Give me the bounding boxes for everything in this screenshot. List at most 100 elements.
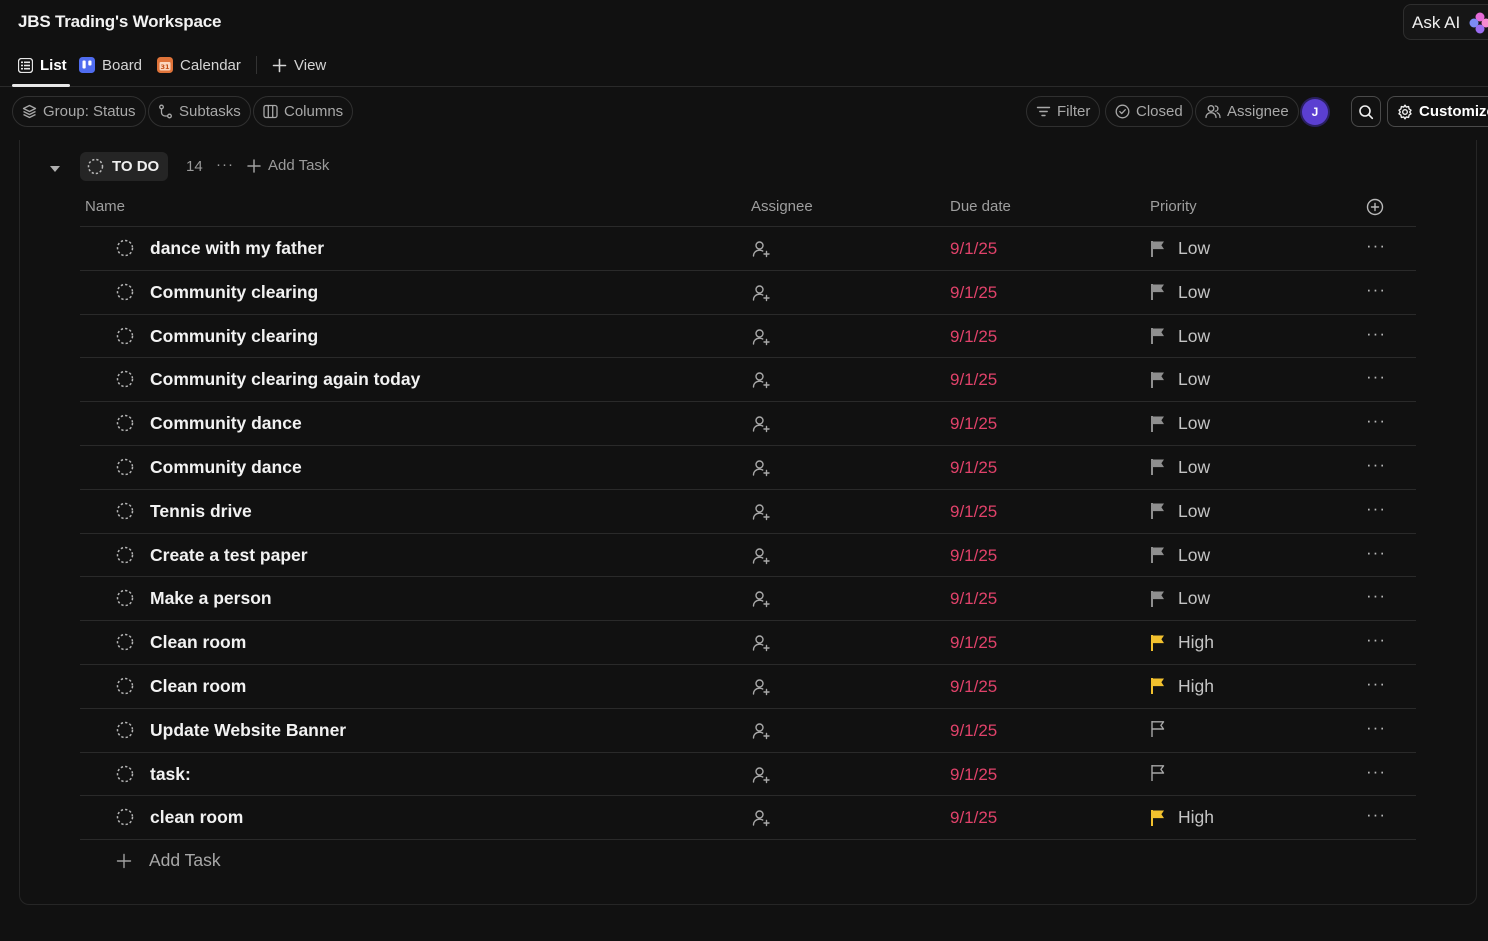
due-date[interactable]: 9/1/25 [950, 765, 997, 785]
avatar[interactable]: J [1302, 99, 1328, 125]
due-date[interactable]: 9/1/25 [950, 283, 997, 303]
table-row[interactable]: task: 9/1/25 ··· [80, 753, 1416, 797]
task-name[interactable]: Community dance [150, 457, 302, 478]
add-assignee-icon[interactable] [751, 546, 771, 571]
subtasks-button[interactable]: Subtasks [148, 96, 251, 127]
due-date[interactable]: 9/1/25 [950, 808, 997, 828]
row-more-button[interactable]: ··· [1366, 324, 1386, 344]
status-circle-icon[interactable] [116, 239, 134, 262]
due-date[interactable]: 9/1/25 [950, 546, 997, 566]
row-more-button[interactable]: ··· [1366, 543, 1386, 563]
row-more-button[interactable]: ··· [1366, 586, 1386, 606]
status-circle-icon[interactable] [116, 589, 134, 612]
table-row[interactable]: Community clearing 9/1/25 Low ··· [80, 271, 1416, 315]
task-name[interactable]: Make a person [150, 588, 272, 609]
add-assignee-icon[interactable] [751, 283, 771, 308]
columns-button[interactable]: Columns [253, 96, 354, 127]
priority-cell[interactable]: High [1150, 807, 1214, 828]
table-row[interactable]: Community dance 9/1/25 Low ··· [80, 402, 1416, 446]
table-row[interactable]: Update Website Banner 9/1/25 ··· [80, 709, 1416, 753]
table-row[interactable]: Community dance 9/1/25 Low ··· [80, 446, 1416, 490]
ask-ai-button[interactable]: Ask AI [1403, 4, 1488, 40]
group-more-button[interactable]: ··· [216, 156, 234, 173]
table-row[interactable]: Make a person 9/1/25 Low ··· [80, 577, 1416, 622]
priority-cell[interactable]: Low [1150, 413, 1210, 434]
priority-cell[interactable] [1150, 764, 1178, 782]
task-name[interactable]: Create a test paper [150, 545, 308, 566]
status-circle-icon[interactable] [116, 458, 134, 481]
row-more-button[interactable]: ··· [1366, 630, 1386, 650]
due-date[interactable]: 9/1/25 [950, 414, 997, 434]
customize-button[interactable]: Customize [1387, 96, 1488, 127]
tab-calendar[interactable]: 31 Calendar [157, 54, 241, 76]
table-row[interactable]: Community clearing 9/1/25 Low ··· [80, 315, 1416, 359]
task-name[interactable]: Community clearing [150, 326, 318, 347]
priority-cell[interactable]: Low [1150, 545, 1210, 566]
priority-cell[interactable]: Low [1150, 369, 1210, 390]
table-row[interactable]: clean room 9/1/25 High ··· [80, 796, 1416, 841]
status-circle-icon[interactable] [116, 546, 134, 569]
row-more-button[interactable]: ··· [1366, 280, 1386, 300]
task-name[interactable]: Community dance [150, 413, 302, 434]
task-name[interactable]: Community clearing [150, 282, 318, 303]
task-name[interactable]: dance with my father [150, 238, 324, 259]
add-assignee-icon[interactable] [751, 808, 771, 833]
status-circle-icon[interactable] [116, 283, 134, 306]
add-column-icon[interactable] [1366, 198, 1384, 220]
add-assignee-icon[interactable] [751, 458, 771, 483]
closed-button[interactable]: Closed [1105, 96, 1193, 127]
search-button[interactable] [1351, 96, 1381, 127]
status-circle-icon[interactable] [116, 677, 134, 700]
due-date[interactable]: 9/1/25 [950, 239, 997, 259]
add-assignee-icon[interactable] [751, 677, 771, 702]
column-assignee-header[interactable]: Assignee [751, 198, 813, 215]
due-date[interactable]: 9/1/25 [950, 721, 997, 741]
status-circle-icon[interactable] [116, 327, 134, 350]
row-more-button[interactable]: ··· [1366, 499, 1386, 519]
task-name[interactable]: Community clearing again today [150, 369, 420, 390]
tab-board[interactable]: Board [79, 54, 142, 76]
priority-cell[interactable]: Low [1150, 588, 1210, 609]
row-more-button[interactable]: ··· [1366, 718, 1386, 738]
assignee-filter-button[interactable]: Assignee [1195, 96, 1299, 127]
task-name[interactable]: Clean room [150, 676, 246, 697]
row-more-button[interactable]: ··· [1366, 805, 1386, 825]
task-name[interactable]: Update Website Banner [150, 720, 346, 741]
column-name-header[interactable]: Name [85, 198, 125, 215]
table-row[interactable]: Community clearing again today 9/1/25 Low ·… [80, 358, 1416, 403]
status-circle-icon[interactable] [116, 721, 134, 744]
due-date[interactable]: 9/1/25 [950, 677, 997, 697]
status-circle-icon[interactable] [116, 370, 134, 393]
task-name[interactable]: Clean room [150, 632, 246, 653]
add-assignee-icon[interactable] [751, 633, 771, 658]
due-date[interactable]: 9/1/25 [950, 370, 997, 390]
due-date[interactable]: 9/1/25 [950, 633, 997, 653]
priority-cell[interactable]: Low [1150, 326, 1210, 347]
table-row[interactable]: Tennis drive 9/1/25 Low ··· [80, 490, 1416, 534]
add-assignee-icon[interactable] [751, 414, 771, 439]
add-assignee-icon[interactable] [751, 502, 771, 527]
priority-cell[interactable]: High [1150, 676, 1214, 697]
add-assignee-icon[interactable] [751, 239, 771, 264]
priority-cell[interactable]: Low [1150, 501, 1210, 522]
priority-cell[interactable]: Low [1150, 238, 1210, 259]
row-more-button[interactable]: ··· [1366, 367, 1386, 387]
status-circle-icon[interactable] [116, 765, 134, 788]
priority-cell[interactable]: Low [1150, 457, 1210, 478]
tab-list[interactable]: List [18, 54, 67, 76]
row-more-button[interactable]: ··· [1366, 455, 1386, 475]
add-assignee-icon[interactable] [751, 589, 771, 614]
status-badge[interactable]: TO DO [80, 152, 168, 181]
due-date[interactable]: 9/1/25 [950, 458, 997, 478]
collapse-caret-icon[interactable] [49, 161, 61, 179]
add-view-button[interactable]: View [272, 54, 326, 76]
task-name[interactable]: Tennis drive [150, 501, 252, 522]
table-row[interactable]: Clean room 9/1/25 High ··· [80, 665, 1416, 709]
due-date[interactable]: 9/1/25 [950, 327, 997, 347]
priority-cell[interactable]: Low [1150, 282, 1210, 303]
table-row[interactable]: Clean room 9/1/25 High ··· [80, 621, 1416, 665]
add-assignee-icon[interactable] [751, 721, 771, 746]
group-add-task-button[interactable]: Add Task [247, 157, 329, 174]
filter-button[interactable]: Filter [1026, 96, 1101, 127]
status-circle-icon[interactable] [116, 808, 134, 831]
